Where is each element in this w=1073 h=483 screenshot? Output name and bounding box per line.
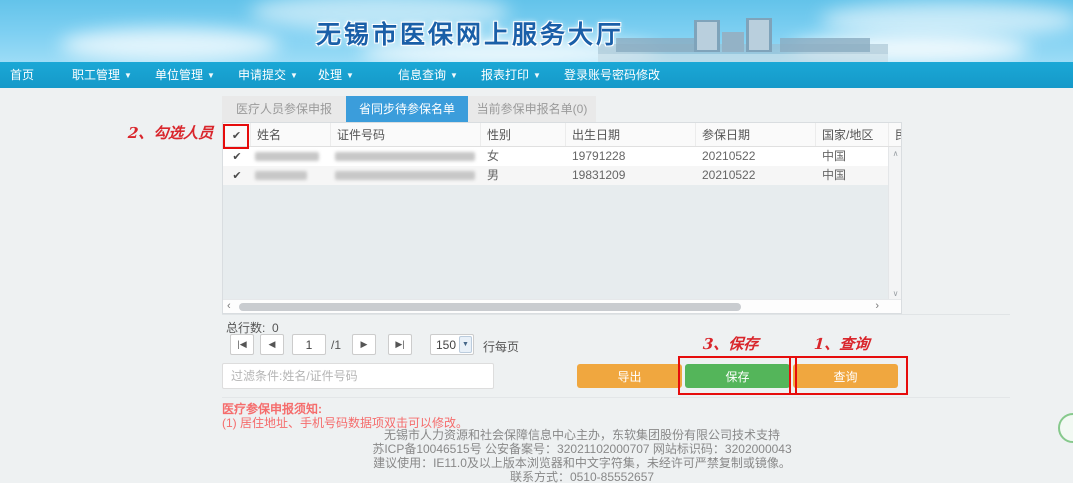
scroll-left-icon[interactable]: ‹ [227,300,231,314]
cell-gender: 女 [481,147,566,166]
first-page-button[interactable]: |◀ [230,334,254,355]
col-gender[interactable]: 性别 [481,123,566,147]
nav-item-report-print[interactable]: 报表打印▼ [481,62,541,88]
col-name[interactable]: 姓名 [251,123,331,147]
per-page-label: 行每页 [483,338,519,355]
scroll-up-icon[interactable]: ∧ [889,147,902,161]
scroll-right-icon[interactable]: › [875,300,879,314]
prev-page-button[interactable]: ◀ [260,334,284,355]
nav-item-unit-mgmt[interactable]: 单位管理▼ [155,62,215,88]
page-size-value: 150 [436,338,456,352]
page-size-select[interactable]: 150 ▼ [430,334,474,355]
nav-item-process[interactable]: 处理▼ [318,62,354,88]
annotation-step3: 3、保存 [702,333,759,354]
page: 无锡市医保网上服务大厅 首页 职工管理▼ 单位管理▼ 申请提交▼ 处理▼ 信息查… [0,0,1073,483]
query-button[interactable]: 查询 [793,364,898,388]
table-row[interactable]: ✔ 男 19831209 20210522 中国 [223,166,889,185]
divider [222,397,1010,398]
site-title: 无锡市医保网上服务大厅 [316,15,624,51]
nav-item-apply-submit[interactable]: 申请提交▼ [238,62,298,88]
chevron-down-icon: ▼ [533,71,541,80]
horizontal-scrollbar[interactable]: ‹ › [223,299,901,313]
chevron-down-icon: ▼ [290,71,298,80]
vertical-scrollbar[interactable]: ∧ ∨ [888,147,901,301]
select-dropdown-icon: ▼ [459,336,472,353]
chevron-down-icon: ▼ [124,71,132,80]
nav-item-employee-mgmt[interactable]: 职工管理▼ [72,62,132,88]
select-all-cell: ✔ [223,123,251,147]
cell-id-redacted [331,166,481,185]
cell-name-redacted [251,147,331,166]
footer-line-contact: 联系方式：0510-85552657 [222,468,942,483]
page-number-input[interactable] [292,334,326,355]
cell-enroll-date: 20210522 [696,147,816,166]
table-header: ✔ 姓名 证件号码 性别 出生日期 参保日期 国家/地区 民族 [223,123,901,147]
annotation-step2: 2、勾选人员 [127,122,214,143]
cell-birth-date: 19831209 [566,166,696,185]
cell-birth-date: 19791228 [566,147,696,166]
chevron-down-icon: ▼ [207,71,215,80]
tab-medical-staff-declare[interactable]: 医疗人员参保申报 [222,96,346,122]
insured-table: ✔ 姓名 证件号码 性别 出生日期 参保日期 国家/地区 民族 ✔ 女 1979… [222,122,902,314]
main-nav: 首页 职工管理▼ 单位管理▼ 申请提交▼ 处理▼ 信息查询▼ 报表打印▼ 登录账… [0,62,1073,88]
col-id-number[interactable]: 证件号码 [331,123,481,147]
cell-gender: 男 [481,166,566,185]
banner: 无锡市医保网上服务大厅 [0,0,1073,62]
nav-item-info-query[interactable]: 信息查询▼ [398,62,458,88]
chevron-down-icon: ▼ [450,71,458,80]
tab-current-declare-list[interactable]: 当前参保申报名单(0) [468,96,596,122]
col-ethnicity-clipped[interactable]: 民族 [889,123,901,147]
next-page-button[interactable]: ▶ [352,334,376,355]
col-country[interactable]: 国家/地区 [816,123,889,147]
save-button[interactable]: 保存 [685,364,790,388]
cell-country: 中国 [816,147,889,166]
divider [222,314,1010,315]
filter-input[interactable] [222,363,494,389]
table-row[interactable]: ✔ 女 19791228 20210522 中国 [223,147,889,166]
row-checkbox[interactable]: ✔ [232,151,241,163]
floating-widget-button[interactable] [1058,413,1073,443]
cloud-decoration [60,28,280,62]
tab-province-sync-pending[interactable]: 省同步待参保名单 [346,96,468,122]
nav-item-home[interactable]: 首页 [10,62,34,88]
cell-name-redacted [251,166,331,185]
buildings-image [598,16,888,62]
col-enroll-date[interactable]: 参保日期 [696,123,816,147]
select-all-checkbox[interactable]: ✔ [232,130,241,142]
annotation-step1: 1、查询 [813,333,870,354]
nav-item-account-password[interactable]: 登录账号密码修改 [564,62,660,88]
cell-enroll-date: 20210522 [696,166,816,185]
cell-id-redacted [331,147,481,166]
col-birth-date[interactable]: 出生日期 [566,123,696,147]
scrollbar-thumb[interactable] [239,303,741,311]
row-checkbox[interactable]: ✔ [232,170,241,182]
last-page-button[interactable]: ▶| [388,334,412,355]
chevron-down-icon: ▼ [346,71,354,80]
page-count-label: /1 [331,338,341,352]
export-button[interactable]: 导出 [577,364,682,388]
cell-country: 中国 [816,166,889,185]
